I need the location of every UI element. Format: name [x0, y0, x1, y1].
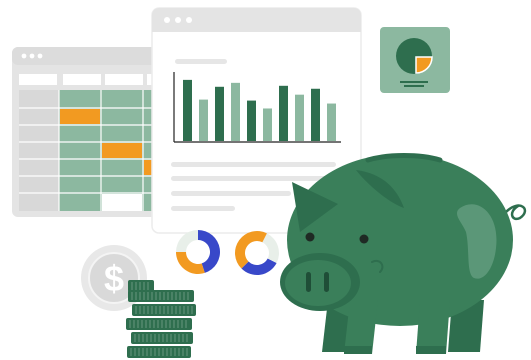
coin: [131, 332, 193, 344]
coin-stack: [126, 280, 196, 358]
bar: [263, 108, 272, 141]
pie-chart-card: [380, 27, 450, 93]
svg-text:$: $: [104, 258, 124, 299]
donut-chart: [235, 231, 279, 276]
bar: [183, 79, 192, 141]
finance-illustration: $: [12, 7, 527, 358]
donut-segment: [176, 252, 205, 275]
bar: [279, 85, 288, 141]
bar: [231, 82, 240, 141]
spreadsheet-window: [12, 47, 162, 217]
bar: [215, 86, 224, 141]
donut-chart: [176, 230, 221, 275]
bar: [199, 99, 208, 141]
bar: [295, 94, 304, 141]
bar: [311, 88, 320, 141]
piggy-bank: [280, 153, 527, 354]
bar: [327, 103, 336, 141]
donut-segment: [235, 231, 267, 269]
donut-segment: [262, 233, 279, 263]
bar: [247, 100, 256, 141]
